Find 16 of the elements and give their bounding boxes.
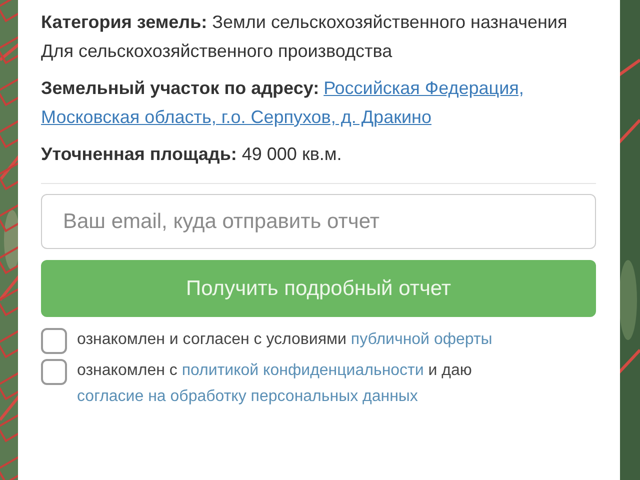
policy-link[interactable]: публичной оферты <box>350 331 492 348</box>
address-link[interactable]: Московская область, г.о. Серпухов, д. Дракино <box>41 107 432 127</box>
get-report-button[interactable]: Получить подробный отчет <box>41 260 596 317</box>
consent-text: и даю <box>428 362 472 379</box>
email-field[interactable]: Ваш email, куда отправить отчет <box>41 194 596 249</box>
land-detail-text: Для сельскохозяйственного производства <box>41 40 394 63</box>
land-detail-text: Категория земель: Земли сельскохозяйственного назначения <box>41 11 568 34</box>
address-link[interactable]: Российская Федерация, <box>324 78 524 98</box>
address-label: Земельный участок по адресу: <box>41 78 320 98</box>
policy-link[interactable]: политикой конфиденциальности <box>182 362 424 379</box>
policy-link[interactable]: согласие на обработку персональных данных <box>77 388 418 405</box>
consent-text: ознакомлен и согласен с условиями <box>77 331 346 348</box>
area-text: Уточненная площадь: 49 000 кв.м. <box>41 143 343 166</box>
checkbox[interactable] <box>41 359 67 385</box>
consent-text: ознакомлен с <box>77 362 178 379</box>
checkbox[interactable] <box>41 328 67 354</box>
